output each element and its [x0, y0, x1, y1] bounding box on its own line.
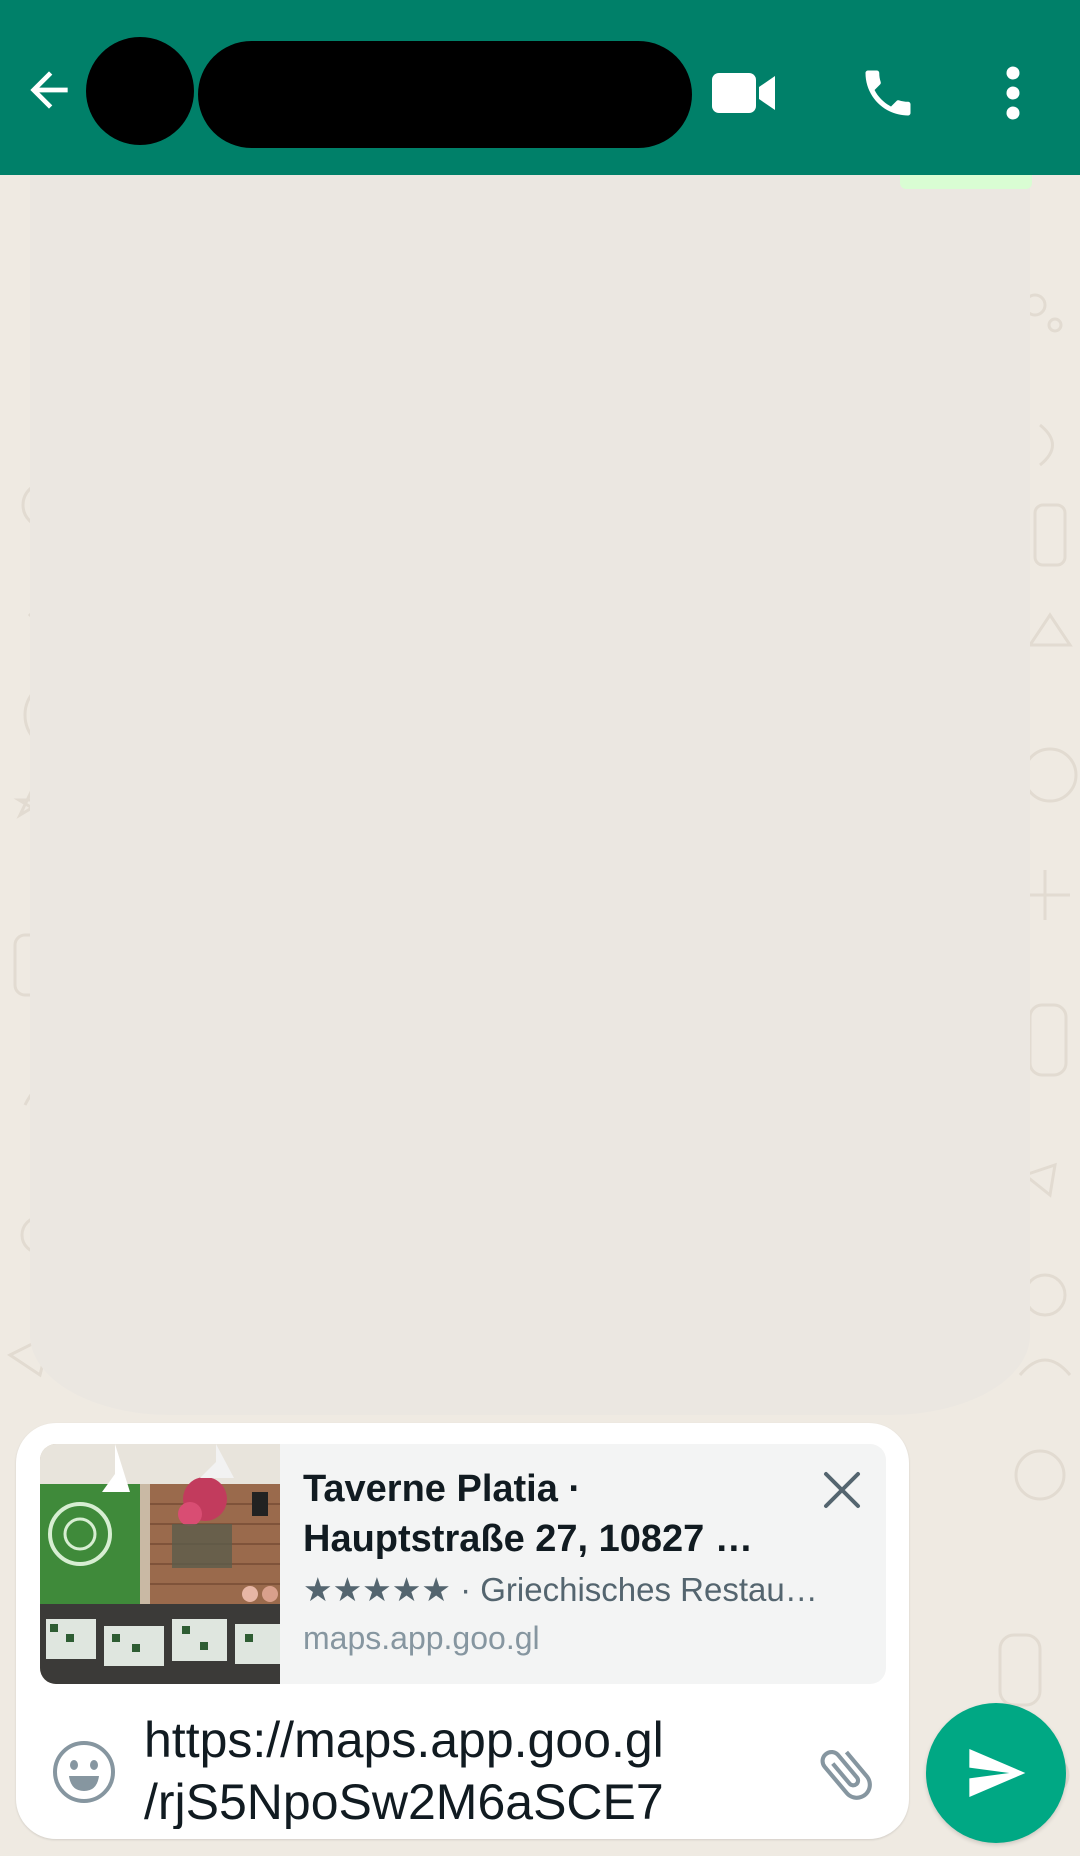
more-options-icon — [1006, 66, 1020, 119]
preview-thumbnail-image — [40, 1444, 280, 1684]
contact-avatar[interactable] — [86, 37, 194, 145]
voice-call-icon — [865, 70, 911, 115]
message-input[interactable]: https://maps.app.goo.gl /rjS5NpoSw2M6aSC… — [144, 1709, 784, 1829]
send-button[interactable] — [926, 1703, 1066, 1843]
link-preview-text: Taverne Platia · Hauptstraße 27, 10827 …… — [303, 1464, 823, 1658]
link-preview-description: ★★★★★ · Griechisches Restau… — [303, 1571, 818, 1608]
more-options-button[interactable] — [968, 45, 1058, 140]
close-icon — [824, 1472, 860, 1508]
emoji-button[interactable] — [46, 1734, 122, 1810]
chat-header — [0, 0, 1080, 175]
send-icon — [969, 1749, 1026, 1797]
voice-call-button[interactable] — [843, 45, 933, 140]
video-call-button[interactable] — [700, 45, 790, 140]
back-arrow-icon — [30, 71, 68, 109]
link-preview-title: Taverne Platia · Hauptstraße 27, 10827 … — [303, 1468, 753, 1560]
attach-button[interactable] — [806, 1729, 886, 1819]
redacted-conversation — [30, 175, 1030, 1415]
contact-name[interactable] — [198, 41, 692, 148]
link-preview-card[interactable]: Taverne Platia · Hauptstraße 27, 10827 …… — [40, 1444, 886, 1684]
video-call-icon — [712, 72, 775, 113]
close-preview-button[interactable] — [816, 1464, 868, 1516]
emoji-icon — [53, 1741, 115, 1803]
back-button[interactable] — [14, 45, 84, 135]
link-preview-domain: maps.app.goo.gl — [303, 1620, 540, 1656]
message-composer: Taverne Platia · Hauptstraße 27, 10827 …… — [16, 1423, 909, 1839]
outgoing-message-bubble-edge — [900, 175, 1032, 189]
paperclip-icon — [820, 1750, 872, 1800]
